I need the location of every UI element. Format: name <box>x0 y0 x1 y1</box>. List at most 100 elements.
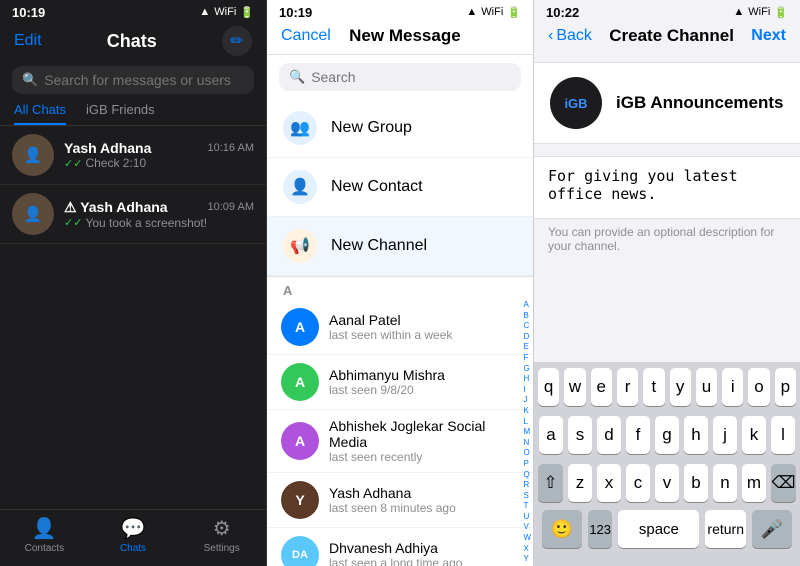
next-button[interactable]: Next <box>751 27 786 45</box>
key-i[interactable]: i <box>722 368 743 406</box>
keyboard-row-2: a s d f g h j k l <box>534 410 800 458</box>
cc-signal-icon: ▲ <box>733 6 744 18</box>
key-t[interactable]: t <box>643 368 664 406</box>
tab-chats[interactable]: 💬 Chats <box>89 516 178 554</box>
shift-key[interactable]: ⇧ <box>538 464 563 502</box>
key-r[interactable]: r <box>617 368 638 406</box>
chats-search-input[interactable] <box>44 72 244 88</box>
key-g[interactable]: g <box>655 416 679 454</box>
contact-name-abhishek: Abhishek Joglekar Social Media <box>329 418 519 450</box>
contact-name-yash: Yash Adhana <box>329 485 519 501</box>
contact-info-abhi: Abhimanyu Mishra last seen 9/8/20 <box>329 367 519 397</box>
key-d[interactable]: d <box>597 416 621 454</box>
bottom-tabs: 👤 Contacts 💬 Chats ⚙ Settings <box>0 509 266 566</box>
mic-key[interactable]: 🎤 <box>752 510 792 548</box>
back-button[interactable]: ‹ Back <box>548 27 592 45</box>
key-j[interactable]: j <box>713 416 737 454</box>
space-key[interactable]: space <box>618 510 699 548</box>
contact-aanal[interactable]: A Aanal Patel last seen within a week <box>267 300 533 355</box>
chats-panel: 10:19 ▲ WiFi 🔋 Edit Chats ✏ 🔍 All Chats … <box>0 0 267 566</box>
contact-abhishek[interactable]: A Abhishek Joglekar Social Media last se… <box>267 410 533 473</box>
key-a[interactable]: a <box>539 416 563 454</box>
key-x[interactable]: x <box>597 464 621 502</box>
key-o[interactable]: o <box>748 368 769 406</box>
key-k[interactable]: k <box>742 416 766 454</box>
tab-settings[interactable]: ⚙ Settings <box>177 516 266 554</box>
key-p[interactable]: p <box>775 368 796 406</box>
avatar-dhvanesh: DA <box>281 536 319 566</box>
keyboard-bottom-row: 🙂 123 space return 🎤 <box>534 506 800 566</box>
delete-key[interactable]: ⌫ <box>771 464 796 502</box>
contact-abhi[interactable]: A Abhimanyu Mishra last seen 9/8/20 <box>267 355 533 410</box>
cc-channel-name: iGB Announcements <box>616 93 784 113</box>
chat-preview-yash1: ✓✓ Check 2:10 <box>64 156 254 170</box>
key-q[interactable]: q <box>538 368 559 406</box>
chat-item-yash2[interactable]: 👤 ⚠ Yash Adhana 10:09 AM ✓✓ You took a s… <box>0 185 266 244</box>
cc-avatar-text: iGB <box>564 96 587 111</box>
tab-igb-friends[interactable]: iGB Friends <box>86 102 155 125</box>
key-l[interactable]: l <box>771 416 795 454</box>
key-h[interactable]: h <box>684 416 708 454</box>
key-v[interactable]: v <box>655 464 679 502</box>
nm-header: Cancel New Message <box>267 22 533 55</box>
tab-all-chats[interactable]: All Chats <box>14 102 66 125</box>
cc-avatar[interactable]: iGB <box>550 77 602 129</box>
avatar-yash-nm: Y <box>281 481 319 519</box>
cc-description-input[interactable]: For giving you latest office news. <box>548 167 786 203</box>
key-y[interactable]: y <box>670 368 691 406</box>
key-s[interactable]: s <box>568 416 592 454</box>
section-a-label: A <box>267 277 533 300</box>
scroll-index: ABC DEF GHI JKL MNO PQR STU VWX YZ# <box>523 300 531 566</box>
return-key[interactable]: return <box>705 510 746 548</box>
status-bar-chats: 10:19 ▲ WiFi 🔋 <box>0 0 266 22</box>
contact-status-abhi: last seen 9/8/20 <box>329 383 519 397</box>
contact-status-abhishek: last seen recently <box>329 450 519 464</box>
cc-hint: You can provide an optional description … <box>534 219 800 259</box>
new-contact-option[interactable]: 👤 New Contact <box>267 158 533 217</box>
avatar-yash1: 👤 <box>12 134 54 176</box>
status-bar-cc: 10:22 ▲ WiFi 🔋 <box>534 0 800 22</box>
tab-contacts[interactable]: 👤 Contacts <box>0 516 89 554</box>
group-icon: 👥 <box>283 111 317 145</box>
key-c[interactable]: c <box>626 464 650 502</box>
edit-button[interactable]: Edit <box>14 32 42 50</box>
new-group-option[interactable]: 👥 New Group <box>267 99 533 158</box>
keyboard-area: q w e r t y u i o p a s d f g h j k l ⇧ … <box>534 362 800 566</box>
nm-wifi-icon: WiFi <box>481 6 503 18</box>
key-z[interactable]: z <box>568 464 592 502</box>
new-channel-option[interactable]: 📢 New Channel <box>267 217 533 276</box>
key-w[interactable]: w <box>564 368 585 406</box>
compose-icon: ✏ <box>230 31 243 51</box>
avatar-yash2: 👤 <box>12 193 54 235</box>
keyboard-row-3: ⇧ z x c v b n m ⌫ <box>534 458 800 506</box>
chat-name-yash2: ⚠ Yash Adhana <box>64 199 168 216</box>
cc-description-area: For giving you latest office news. <box>534 156 800 219</box>
key-b[interactable]: b <box>684 464 708 502</box>
compose-button[interactable]: ✏ <box>222 26 252 56</box>
preview-text-yash2: You took a screenshot! <box>85 216 207 230</box>
status-bar-nm: 10:19 ▲ WiFi 🔋 <box>267 0 533 22</box>
create-channel-panel: 10:22 ▲ WiFi 🔋 ‹ Back Create Channel Nex… <box>534 0 800 566</box>
numbers-key[interactable]: 123 <box>588 510 612 548</box>
contacts-label: Contacts <box>25 543 64 554</box>
chats-search-bar[interactable]: 🔍 <box>12 66 254 94</box>
avatar-abhishek: A <box>281 422 319 460</box>
keyboard-row-1: q w e r t y u i o p <box>534 362 800 410</box>
nm-search-input[interactable] <box>311 69 511 85</box>
contact-yash[interactable]: Y Yash Adhana last seen 8 minutes ago <box>267 473 533 528</box>
key-m[interactable]: m <box>742 464 766 502</box>
emoji-key[interactable]: 🙂 <box>542 510 582 548</box>
chats-header: Edit Chats ✏ <box>0 22 266 62</box>
key-e[interactable]: e <box>591 368 612 406</box>
key-f[interactable]: f <box>626 416 650 454</box>
status-time-nm: 10:19 <box>279 5 312 20</box>
new-channel-label: New Channel <box>331 237 427 255</box>
nm-search-bar[interactable]: 🔍 <box>279 63 521 91</box>
key-u[interactable]: u <box>696 368 717 406</box>
contact-dhvanesh[interactable]: DA Dhvanesh Adhiya last seen a long time… <box>267 528 533 566</box>
cc-wifi-icon: WiFi <box>748 6 770 18</box>
key-n[interactable]: n <box>713 464 737 502</box>
chat-item-yash1[interactable]: 👤 Yash Adhana 10:16 AM ✓✓ Check 2:10 <box>0 126 266 185</box>
cancel-button[interactable]: Cancel <box>281 27 331 45</box>
cc-battery-icon: 🔋 <box>774 6 788 19</box>
